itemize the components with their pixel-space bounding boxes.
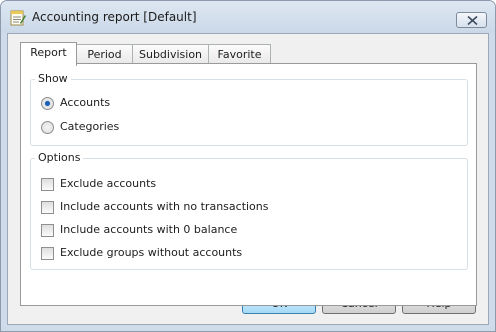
options-group: Options Exclude accounts Include account…: [30, 151, 468, 270]
exclude-accounts-checkbox-box[interactable]: [41, 178, 54, 191]
exclude-empty-groups-label: Exclude groups without accounts: [60, 246, 243, 259]
options-group-title: Options: [35, 151, 84, 164]
accounts-radio-label: Accounts: [60, 96, 111, 109]
accounts-radio-button[interactable]: [41, 97, 54, 110]
dialog-client-area: Report Period Subdivision Favorite Show …: [7, 33, 489, 325]
tab-report-label: Report: [30, 46, 67, 59]
tab-report[interactable]: Report: [20, 42, 77, 66]
tab-period-label: Period: [87, 48, 122, 61]
include-zero-balance-label: Include accounts with 0 balance: [60, 223, 238, 236]
include-no-transactions-checkbox-box[interactable]: [41, 201, 54, 214]
report-notepad-icon: [10, 10, 26, 26]
categories-radio-label: Categories: [60, 120, 120, 133]
categories-radio-button[interactable]: [41, 121, 54, 134]
window-title: Accounting report [Default]: [32, 10, 197, 24]
include-no-transactions-label: Include accounts with no transactions: [60, 200, 269, 213]
close-icon: [467, 16, 478, 25]
close-button[interactable]: [456, 12, 487, 28]
show-group: Show Accounts Categories: [30, 72, 468, 146]
exclude-empty-groups-checkbox-box[interactable]: [41, 247, 54, 260]
dialog-window: Accounting report [Default] Report Perio…: [0, 0, 496, 332]
tab-favorite[interactable]: Favorite: [208, 44, 271, 64]
include-zero-balance-checkbox-box[interactable]: [41, 224, 54, 237]
report-tab-panel: Show Accounts Categories Options Exclude…: [20, 63, 477, 306]
tab-subdivision[interactable]: Subdivision: [132, 44, 209, 64]
exclude-accounts-label: Exclude accounts: [60, 177, 157, 190]
show-group-title: Show: [35, 72, 71, 85]
tab-period[interactable]: Period: [76, 44, 133, 64]
title-bar[interactable]: Accounting report [Default]: [1, 1, 495, 33]
tab-favorite-label: Favorite: [217, 48, 262, 61]
tab-subdivision-label: Subdivision: [138, 48, 203, 61]
